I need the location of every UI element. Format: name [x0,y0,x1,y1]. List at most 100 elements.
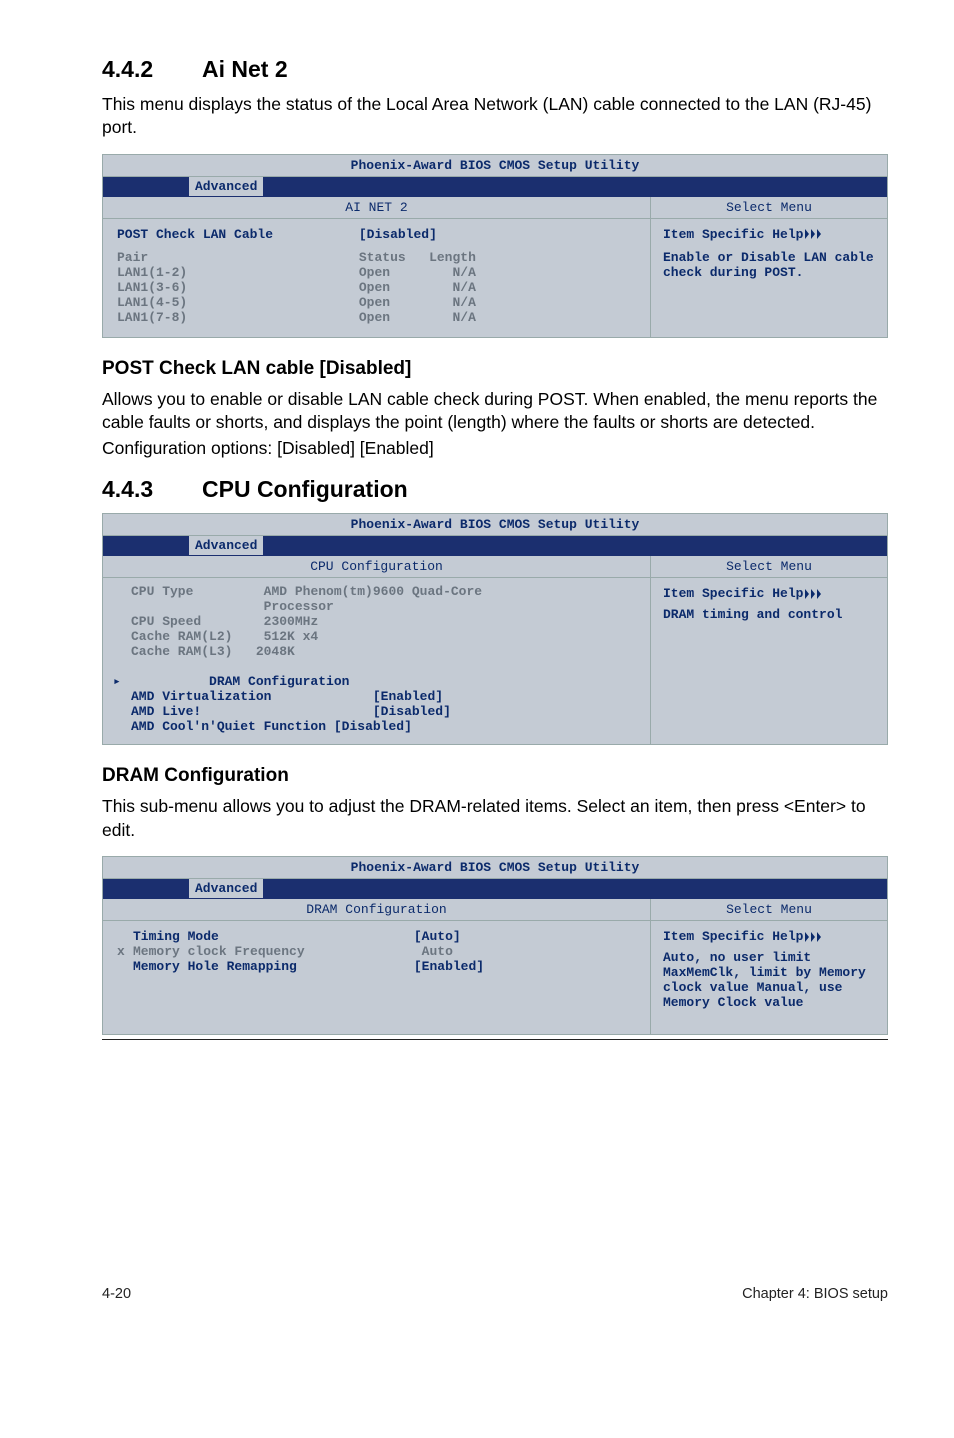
amd-virt-item[interactable]: AMD Virtualization [Enabled] [131,689,636,704]
dram-config-item[interactable]: ▸DRAM Configuration [131,659,636,689]
subheading-post-check: POST Check LAN cable [Disabled] [102,358,888,380]
dram-desc: This sub-menu allows you to adjust the D… [102,795,888,842]
cell-pair: LAN1(1-2) [117,265,187,280]
cpu-value: [Disabled] [334,719,412,734]
cpu-label: CPU Speed [131,614,201,629]
cpu-label: AMD Cool'n'Quiet Function [131,719,326,734]
bios-left-pane: Timing Mode [Auto] xMemory clock Frequen… [103,921,651,1034]
item-label: Memory clock Frequency [133,944,305,959]
footer-rule [102,1039,888,1040]
bios-tabrow: Advanced [103,177,887,197]
item-value: [Enabled] [414,959,484,974]
mem-hole-remap-item[interactable]: Memory Hole Remapping [Enabled] [133,959,636,974]
tab-advanced[interactable]: Advanced [189,879,263,898]
help-body: DRAM timing and control [663,607,875,622]
cpu-value: 2300MHz [264,614,319,629]
mem-clock-freq-item: xMemory clock Frequency Auto [133,944,636,959]
section-title: Ai Net 2 [202,56,288,82]
cell-pair: LAN1(3-6) [117,280,187,295]
amd-cnq-item[interactable]: AMD Cool'n'Quiet Function [Disabled] [131,719,636,734]
section-number: 4.4.3 [102,476,202,503]
chevron-right-icon [805,589,825,599]
cell-status: Open [359,280,390,295]
bios-content: Timing Mode [Auto] xMemory clock Frequen… [103,921,887,1034]
section-heading-442: 4.4.2Ai Net 2 [102,56,888,83]
help-title: Item Specific Help [663,586,803,601]
cpu-row: Processor [131,599,636,614]
col-pair: Pair [117,250,148,265]
bios-help-pane: Item Specific Help DRAM timing and contr… [651,578,887,744]
cpu-label: Cache RAM(L3) [131,644,232,659]
cell-pair: LAN1(4-5) [117,295,187,310]
cell-pair: LAN1(7-8) [117,310,187,325]
bios-help-pane: Item Specific Help Auto, no user limit M… [651,921,887,1034]
post-check-desc-1: Allows you to enable or disable LAN cabl… [102,388,888,435]
section-heading-443: 4.4.3CPU Configuration [102,476,888,503]
cpu-label: DRAM Configuration [209,674,349,689]
bios-title: Phoenix-Award BIOS CMOS Setup Utility [103,155,887,177]
post-check-row[interactable]: POST Check LAN Cable [Disabled] [117,227,636,242]
amd-live-item[interactable]: AMD Live! [Disabled] [131,704,636,719]
cpu-value: AMD Phenom(tm)9600 Quad-Core [264,584,482,599]
post-check-value: [Disabled] [359,227,437,242]
cpu-value: [Enabled] [373,689,443,704]
page-number: 4-20 [102,1286,131,1302]
cell-status: Open [359,265,390,280]
section-title: CPU Configuration [202,476,408,502]
cpu-row: CPU Type AMD Phenom(tm)9600 Quad-Core [131,584,636,599]
chevron-right-icon [805,932,825,942]
table-header-row: Pair Status Length [117,250,636,265]
help-title-row: Item Specific Help [663,227,825,242]
section-number: 4.4.2 [102,56,202,83]
select-menu-label: Select Menu [651,556,887,577]
tab-advanced[interactable]: Advanced [189,177,263,196]
cell-status: Open [359,310,390,325]
help-body: Auto, no user limit MaxMemClk, limit by … [663,950,875,1010]
item-value: [Auto] [414,929,461,944]
cell-status: Open [359,295,390,310]
cpu-value: Processor [264,599,334,614]
help-body: Enable or Disable LAN cable check during… [663,250,875,280]
help-title-row: Item Specific Help [663,586,825,601]
intro-442: This menu displays the status of the Loc… [102,93,888,140]
disabled-marker: x [117,944,125,959]
cpu-row: Cache RAM(L3) 2048K [131,644,636,659]
table-row: LAN1(4-5) Open N/A [117,295,636,310]
bios-help-pane: Item Specific Help Enable or Disable LAN… [651,219,887,337]
bios-left-pane: CPU Type AMD Phenom(tm)9600 Quad-Core Pr… [103,578,651,744]
bios-panel-ainet: Phoenix-Award BIOS CMOS Setup Utility Ad… [102,154,888,338]
bios-subtitle: DRAM Configuration [103,899,651,920]
chapter-label: Chapter 4: BIOS setup [742,1286,888,1302]
cell-length: N/A [453,310,476,325]
item-label: Timing Mode [133,929,219,944]
help-title: Item Specific Help [663,227,803,242]
col-length: Length [429,250,476,265]
tab-advanced[interactable]: Advanced [189,536,263,555]
cell-length: N/A [453,295,476,310]
bios-subhead: CPU Configuration Select Menu [103,556,887,578]
page-footer: 4-20 Chapter 4: BIOS setup [102,1039,888,1302]
cell-length: N/A [453,280,476,295]
bios-panel-cpu: Phoenix-Award BIOS CMOS Setup Utility Ad… [102,513,888,745]
triangle-right-icon: ▸ [113,674,121,689]
help-title: Item Specific Help [663,929,803,944]
bios-panel-dram: Phoenix-Award BIOS CMOS Setup Utility Ad… [102,856,888,1035]
chevron-right-icon [805,229,825,239]
bios-title: Phoenix-Award BIOS CMOS Setup Utility [103,514,887,536]
cpu-label: AMD Live! [131,704,201,719]
bios-content: POST Check LAN Cable [Disabled] Pair Sta… [103,219,887,337]
post-check-desc-2: Configuration options: [Disabled] [Enabl… [102,437,888,460]
item-value: Auto [422,944,453,959]
item-label: Memory Hole Remapping [133,959,297,974]
cpu-label: AMD Virtualization [131,689,271,704]
cell-length: N/A [453,265,476,280]
subheading-dram: DRAM Configuration [102,765,888,787]
select-menu-label: Select Menu [651,899,887,920]
post-check-label: POST Check LAN Cable [117,227,273,242]
cpu-value: 2048K [256,644,295,659]
bios-subhead: AI NET 2 Select Menu [103,197,887,219]
bios-subhead: DRAM Configuration Select Menu [103,899,887,921]
timing-mode-item[interactable]: Timing Mode [Auto] [133,929,636,944]
cpu-row: CPU Speed 2300MHz [131,614,636,629]
bios-left-pane: POST Check LAN Cable [Disabled] Pair Sta… [103,219,651,337]
